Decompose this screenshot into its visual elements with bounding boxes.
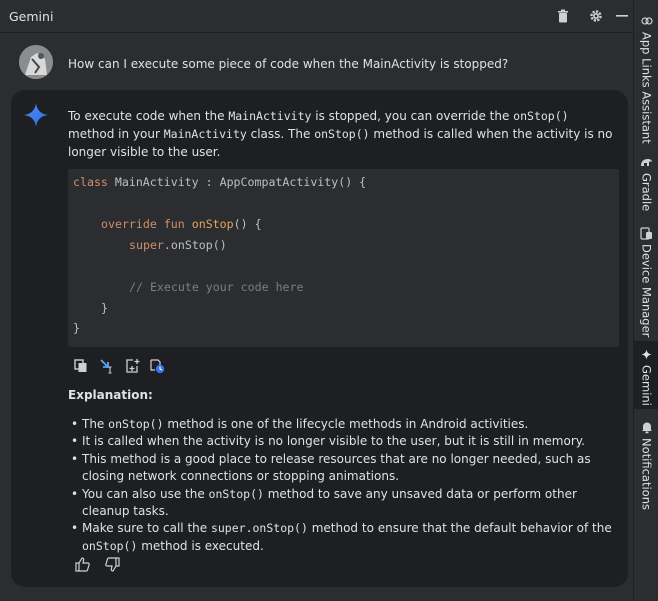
new-file-icon[interactable]	[124, 358, 140, 374]
sidebar-item-label: Device Manager	[639, 244, 654, 338]
bullet-text: It is called when the activity is no lon…	[82, 434, 585, 449]
code-text: () {	[233, 217, 262, 231]
code-function: onStop	[184, 217, 234, 231]
list-item: • The onStop() method is one of the lifec…	[71, 417, 529, 431]
bullet-text: Make sure to call the	[82, 521, 211, 536]
code-line: // Execute your code here	[129, 280, 304, 294]
code-keyword: override fun	[101, 217, 185, 231]
sidebar-item-device-manager[interactable]: Device Manager	[634, 226, 658, 337]
bullet-text: You can also use the	[82, 486, 209, 501]
code-block[interactable]: class MainActivity : AppCompatActivity()…	[68, 169, 619, 347]
inline-code: MainActivity	[163, 127, 247, 141]
tool-window-title: Gemini	[9, 9, 54, 24]
inline-code: MainActivity	[228, 109, 312, 123]
bullet-text: method is executed.	[137, 538, 264, 553]
copy-icon[interactable]	[74, 358, 90, 374]
code-text: }	[101, 301, 108, 315]
response-intro: To execute code when the MainActivity is…	[68, 107, 616, 161]
code-line: class MainActivity : AppCompatActivity()…	[73, 175, 366, 189]
user-message-row: How can I execute some piece of code whe…	[0, 33, 633, 91]
user-message: How can I execute some piece of code whe…	[68, 57, 509, 71]
minimize-icon[interactable]	[614, 8, 630, 24]
thumbs-up-icon[interactable]	[75, 557, 91, 573]
bullet-text: method is one of the lifecycle methods i…	[163, 417, 529, 431]
bullet-text: method to ensure that the default behavi…	[307, 521, 612, 536]
insert-at-cursor-icon[interactable]	[99, 358, 115, 374]
intro-text: To execute code when the	[68, 109, 229, 123]
sidebar-item-notifications[interactable]: Notifications	[634, 420, 658, 510]
code-text: .onStop()	[163, 238, 227, 252]
explanation-heading: Explanation:	[68, 388, 153, 402]
inline-code: onStop()	[208, 486, 264, 501]
sidebar-item-label: App Links Assistant	[639, 32, 654, 144]
code-line: super.onStop()	[129, 238, 227, 252]
intro-text: method in your	[68, 127, 164, 141]
inline-code: onStop()	[82, 538, 138, 553]
gradle-icon	[640, 155, 654, 169]
sidebar-item-label: Gradle	[639, 173, 654, 212]
gemini-icon	[24, 103, 48, 127]
history-icon[interactable]	[149, 358, 165, 374]
sidebar-item-label: Notifications	[639, 438, 654, 510]
bullet-text: The	[82, 417, 109, 431]
sidebar-item-app-links-assistant[interactable]: App Links Assistant	[634, 14, 658, 144]
code-text: MainActivity : AppCompatActivity() {	[107, 175, 367, 189]
code-line: }	[101, 301, 108, 315]
code-line: override fun onStop() {	[101, 217, 262, 231]
code-text: }	[73, 321, 80, 335]
list-item: • It is called when the activity is no lo…	[71, 433, 621, 450]
assistant-response-card: To execute code when the MainActivity is…	[11, 90, 628, 587]
code-line: }	[73, 321, 80, 335]
list-item: • You can also use the onStop() method to…	[71, 486, 577, 519]
right-tool-stripe: App Links Assistant Gradle Device Manage…	[633, 0, 658, 601]
list-item: • This method is a good place to release …	[71, 451, 621, 486]
sidebar-item-label: Gemini	[639, 365, 654, 406]
sidebar-item-gradle[interactable]: Gradle	[634, 155, 658, 211]
inline-code: onStop()	[108, 417, 164, 431]
explanation-list: • The onStop() method is one of the lifec…	[71, 416, 621, 555]
device-icon	[640, 226, 654, 240]
link-icon	[640, 14, 654, 28]
intro-text: class. The	[246, 127, 315, 141]
bell-icon	[640, 420, 654, 434]
inline-code: onStop()	[513, 109, 569, 123]
gemini-icon	[640, 347, 654, 361]
list-item: • Make sure to call the super.onStop() me…	[71, 521, 612, 553]
tool-window-header: Gemini	[0, 0, 633, 33]
code-keyword: class	[73, 175, 108, 189]
bullet-text: This method is a good place to release r…	[82, 451, 591, 484]
thumbs-down-icon[interactable]	[105, 557, 121, 573]
inline-code: onStop()	[314, 127, 370, 141]
avatar	[19, 45, 53, 79]
chat-panel: How can I execute some piece of code whe…	[0, 33, 633, 601]
trash-icon[interactable]	[555, 8, 571, 24]
intro-text: is stopped, you can override the	[311, 109, 514, 123]
sidebar-item-gemini[interactable]: Gemini	[634, 341, 658, 409]
inline-code: super.onStop()	[210, 521, 308, 536]
code-keyword: super	[129, 238, 164, 252]
gear-icon[interactable]	[588, 8, 604, 24]
code-comment: // Execute your code here	[129, 280, 304, 294]
